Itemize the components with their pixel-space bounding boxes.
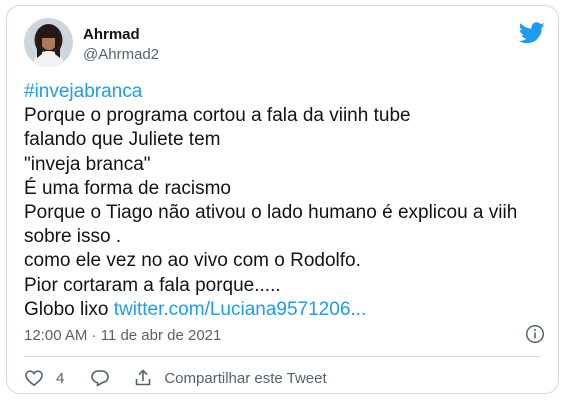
tweet-line: Porque o Tiago não ativou o lado humano … bbox=[24, 202, 518, 224]
action-bar: 4 Compartilhar este Tweet bbox=[24, 366, 327, 390]
tweet-line-prefix: Globo lixo bbox=[24, 298, 109, 320]
tweet-timestamp[interactable]: 12:00 AM · 11 de abr de 2021 bbox=[24, 327, 221, 344]
hashtag-link[interactable]: #invejabranca bbox=[24, 80, 544, 104]
tweet-line: sobre isso . bbox=[24, 226, 122, 248]
tweet-line: Porque o programa cortou a fala da viinh… bbox=[24, 105, 411, 127]
reply-button[interactable] bbox=[90, 368, 110, 388]
avatar[interactable] bbox=[24, 18, 73, 67]
like-count: 4 bbox=[56, 369, 65, 387]
share-icon bbox=[136, 369, 151, 386]
author-handle[interactable]: @Ahrmad2 bbox=[83, 46, 159, 63]
tweet-line: falando que Juliete tem bbox=[24, 129, 221, 151]
tweet-last-line: Globo lixo twitter.com/Luciana9571206... bbox=[24, 298, 544, 322]
tweet-line: Pior cortaram a fala porque..... bbox=[24, 274, 281, 296]
divider bbox=[24, 356, 541, 357]
tweet-url-link[interactable]: twitter.com/Luciana9571206... bbox=[114, 299, 366, 320]
reply-icon bbox=[91, 370, 110, 387]
tweet-line: "inveja branca" bbox=[24, 153, 151, 175]
tweet-line: como ele vez no ao vivo com o Rodolfo. bbox=[24, 250, 361, 272]
heart-icon bbox=[25, 370, 43, 387]
share-button[interactable]: Compartilhar este Tweet bbox=[133, 368, 327, 388]
tweet-card[interactable]: Ahrmad @Ahrmad2 #invejabranca Porque o p… bbox=[6, 5, 559, 394]
author-name[interactable]: Ahrmad bbox=[83, 26, 140, 43]
share-label: Compartilhar este Tweet bbox=[164, 369, 327, 387]
info-icon[interactable] bbox=[525, 324, 545, 344]
tweet-line: É uma forma de racismo bbox=[24, 177, 231, 199]
like-button[interactable]: 4 bbox=[24, 368, 64, 388]
twitter-bird-icon[interactable] bbox=[519, 22, 545, 44]
tweet-text: #invejabranca Porque o programa cortou a… bbox=[24, 80, 544, 322]
